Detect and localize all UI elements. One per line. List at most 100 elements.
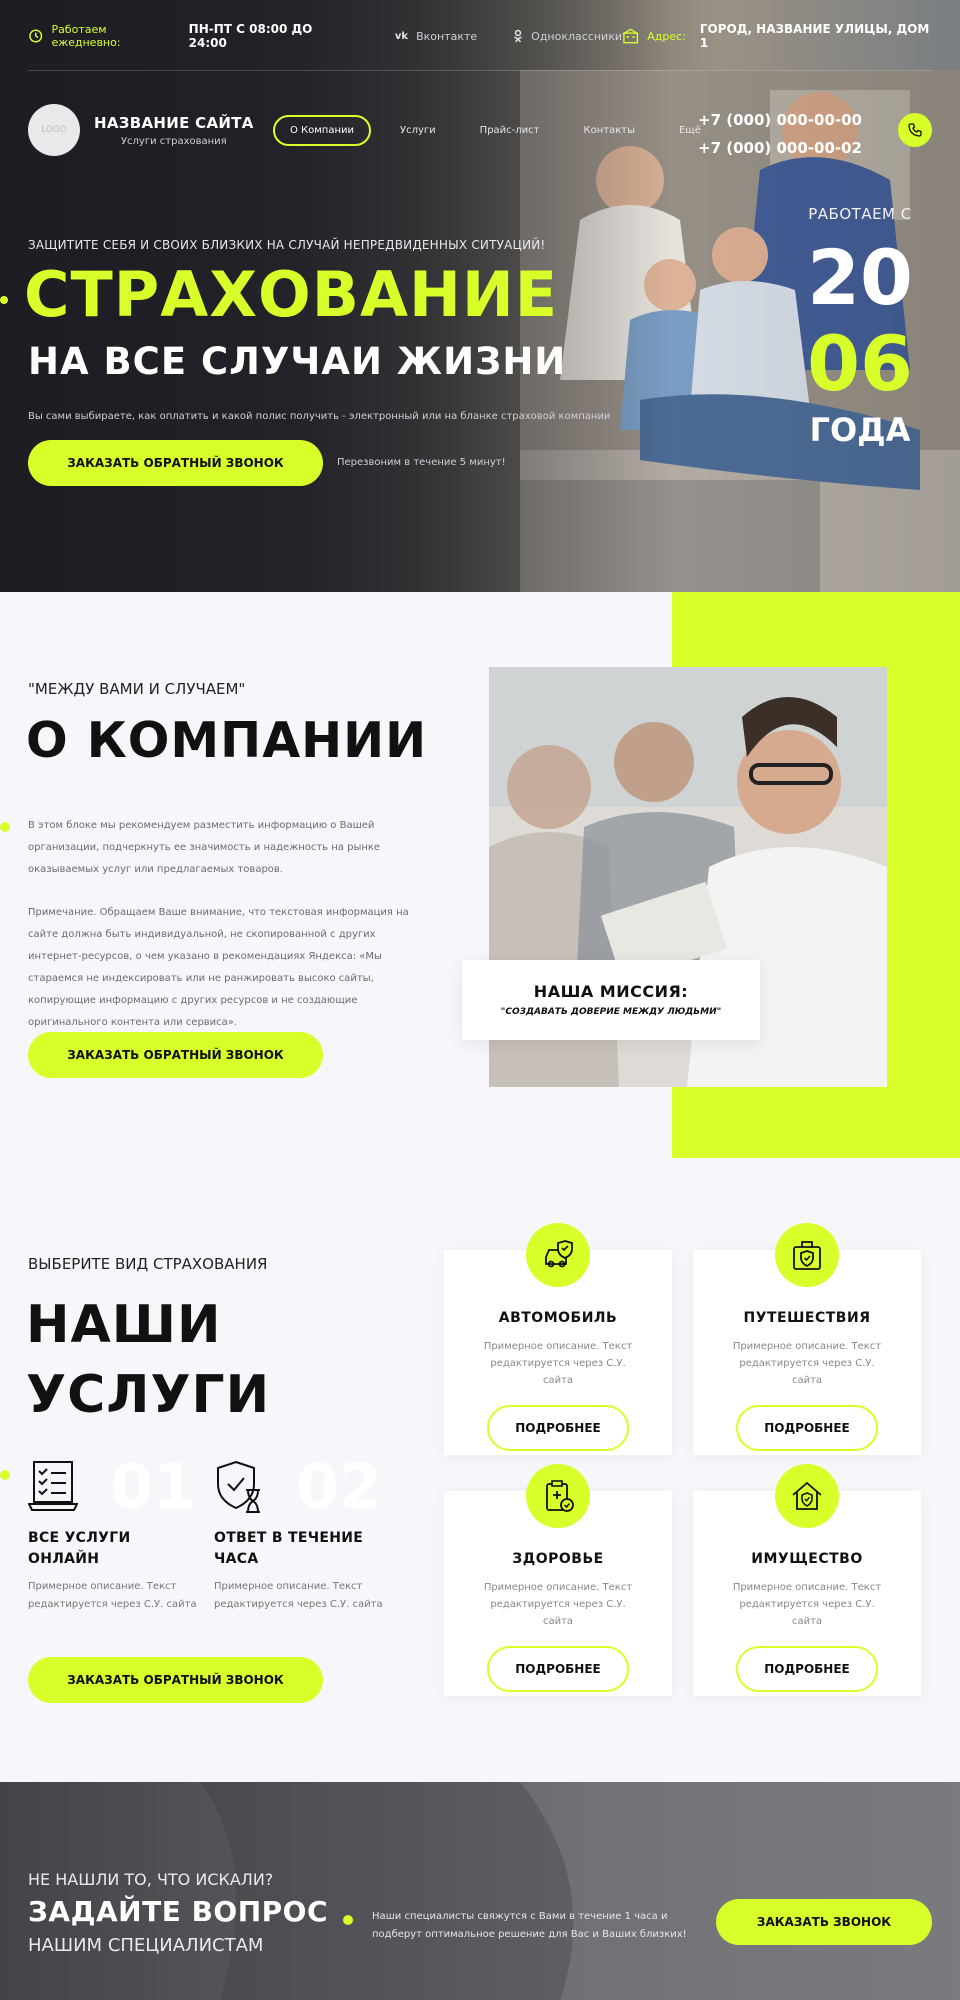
cta-dot <box>343 1915 353 1925</box>
shield-hourglass-icon <box>217 1460 260 1513</box>
topbar-divider <box>28 70 932 71</box>
about-text-1: В этом блоке мы рекомендуем разместить и… <box>28 820 381 875</box>
nav-item-about[interactable]: О Компании <box>273 115 372 146</box>
main-nav: О Компании Услуги Прайс-лист Контакты Ещ… <box>273 115 730 146</box>
service-card-auto: АВТОМОБИЛЬ Примерное описание. Текст ред… <box>444 1223 672 1455</box>
service-card-travel: ПУТЕШЕСТВИЯ Примерное описание. Текст ре… <box>693 1223 921 1455</box>
site-subtitle: Услуги страхования <box>120 135 227 147</box>
service-card-more-button[interactable]: ПОДРОБНЕЕ <box>736 1405 878 1451</box>
since-suffix: ГОДА <box>809 411 911 449</box>
hero-title: СТРАХОВАНИЕ <box>24 258 559 331</box>
service-card-badge <box>775 1464 839 1528</box>
cta-title: ЗАДАЙТЕ ВОПРОС <box>28 1895 329 1928</box>
hero-note: Перезвоним в течение 5 минут! <box>337 457 506 468</box>
feature-online: 01 ВСЕ УСЛУГИ ОНЛАЙН Примерное описание.… <box>27 1450 198 1614</box>
feature-number: 01 <box>110 1450 197 1523</box>
since-block: РАБОТАЕМ С 20 06 ГОДА <box>800 205 920 449</box>
about-title: О КОМПАНИИ <box>26 712 428 769</box>
hero-description: Вы сами выбираете, как оплатить и какой … <box>28 411 611 422</box>
feature-fast-answer: 02 ОТВЕТ В ТЕЧЕНИЕ ЧАСА Примерное описан… <box>214 1450 384 1614</box>
services-title-line1: НАШИ <box>26 1295 222 1355</box>
services-dot <box>0 1470 10 1480</box>
work-hours-value: ПН-ПТ С 08:00 ДО 24:00 <box>188 22 313 50</box>
service-card-title: ЗДОРОВЬЕ <box>512 1551 604 1567</box>
clock-icon <box>29 29 43 43</box>
site-header: LOGO НАЗВАНИЕ САЙТА Услуги страхования О… <box>28 100 932 160</box>
service-card-badge <box>526 1464 590 1528</box>
service-card-desc: Примерное описание. Текст редактируется … <box>483 1582 633 1627</box>
nav-item-prices[interactable]: Прайс-лист <box>465 117 555 144</box>
hero-kicker: ЗАЩИТИТЕ СЕБЯ И СВОИХ БЛИЗКИХ НА СЛУЧАЙ … <box>28 238 546 252</box>
hero-subtitle: НА ВСЕ СЛУЧАИ ЖИЗНИ <box>28 340 567 383</box>
nav-item-services[interactable]: Услуги <box>385 117 451 144</box>
address-label: Адрес: <box>647 29 686 43</box>
service-card-desc: Примерное описание. Текст редактируется … <box>732 1341 882 1386</box>
service-card-title: ПУТЕШЕСТВИЯ <box>743 1310 871 1326</box>
about-kicker: "МЕЖДУ ВАМИ И СЛУЧАЕМ" <box>28 680 246 698</box>
service-card-more-button[interactable]: ПОДРОБНЕЕ <box>487 1646 629 1692</box>
since-year-part1: 20 <box>807 233 913 322</box>
phone-2[interactable]: +7 (000) 000-00-02 <box>698 134 862 162</box>
feature-desc: Примерное описание. Текст редактируется … <box>214 1581 383 1610</box>
cta-call-button[interactable]: ЗАКАЗАТЬ ЗВОНОК <box>716 1899 932 1945</box>
work-hours-label: Работаем ежедневно: <box>51 23 121 49</box>
feature-title: ОТВЕТ В ТЕЧЕНИЕ ЧАСА <box>214 1530 364 1567</box>
cta-section: НЕ НАШЛИ ТО, ЧТО ИСКАЛИ? ЗАДАЙТЕ ВОПРОС … <box>0 1782 960 2000</box>
hero-dot <box>0 296 8 304</box>
service-card-more-button[interactable]: ПОДРОБНЕЕ <box>487 1405 629 1451</box>
since-label: РАБОТАЕМ С <box>808 205 912 223</box>
house-shield-icon <box>792 1481 822 1510</box>
work-hours: Работаем ежедневно: ПН-ПТ С 08:00 ДО 24:… <box>28 22 349 50</box>
social-ok-link[interactable]: Одноклассники <box>513 29 622 43</box>
services-title: НАШИ УСЛУГИ <box>26 1290 270 1430</box>
feature-desc: Примерное описание. Текст редактируется … <box>28 1581 197 1610</box>
site-name: НАЗВАНИЕ САЙТА Услуги страхования <box>94 114 254 147</box>
about-dot <box>0 822 10 832</box>
mission-title: НАША МИССИЯ: <box>533 982 689 1001</box>
about-text-2: Примечание. Обращаем Ваше внимание, что … <box>28 907 409 1028</box>
services-callback-button[interactable]: ЗАКАЗАТЬ ОБРАТНЫЙ ЗВОНОК <box>28 1657 323 1703</box>
nav-item-contacts[interactable]: Контакты <box>569 117 650 144</box>
vk-icon: vk <box>394 30 409 42</box>
site-title: НАЗВАНИЕ САЙТА <box>94 113 254 132</box>
service-card-property: ИМУЩЕСТВО Примерное описание. Текст реда… <box>693 1464 921 1696</box>
service-card-desc: Примерное описание. Текст редактируется … <box>732 1582 882 1627</box>
feature-title: ВСЕ УСЛУГИ ОНЛАЙН <box>28 1530 131 1567</box>
services-title-line2: УСЛУГИ <box>26 1365 271 1425</box>
medical-clipboard-icon <box>546 1480 574 1512</box>
cta-description: Наши специалисты свяжутся с Вами в течен… <box>372 1911 687 1940</box>
since-year-part2: 06 <box>807 319 913 408</box>
building-icon <box>622 28 639 44</box>
cta-subtitle: НАШИМ СПЕЦИАЛИСТАМ <box>28 1935 264 1956</box>
laptop-checklist-icon <box>27 1461 79 1511</box>
phone-1[interactable]: +7 (000) 000-00-00 <box>698 106 862 134</box>
cta-kicker: НЕ НАШЛИ ТО, ЧТО ИСКАЛИ? <box>28 1870 274 1889</box>
about-callback-button[interactable]: ЗАКАЗАТЬ ОБРАТНЫЙ ЗВОНОК <box>28 1032 323 1078</box>
social-ok-label: Одноклассники <box>531 29 622 43</box>
car-shield-icon <box>545 1240 573 1268</box>
address: Адрес: ГОРОД, НАЗВАНИЕ УЛИЦЫ, ДОМ 1 <box>622 22 932 50</box>
ok-icon <box>514 29 523 43</box>
logo[interactable]: LOGO <box>28 104 80 156</box>
topbar: Работаем ежедневно: ПН-ПТ С 08:00 ДО 24:… <box>28 18 932 54</box>
service-card-badge <box>526 1223 590 1287</box>
mission-card: НАША МИССИЯ: "СОЗДАВАТЬ ДОВЕРИЕ МЕЖДУ ЛЮ… <box>462 960 760 1040</box>
service-card-badge <box>775 1223 839 1287</box>
hero-section: Работаем ежедневно: ПН-ПТ С 08:00 ДО 24:… <box>0 0 960 592</box>
social-vk-link[interactable]: vk Вконтакте <box>395 30 477 43</box>
social-vk-label: Вконтакте <box>416 29 478 43</box>
service-card-title: АВТОМОБИЛЬ <box>498 1310 618 1326</box>
suitcase-shield-icon <box>793 1241 821 1270</box>
service-card-more-button[interactable]: ПОДРОБНЕЕ <box>736 1646 878 1692</box>
service-card-desc: Примерное описание. Текст редактируется … <box>483 1341 633 1386</box>
feature-number: 02 <box>296 1450 383 1523</box>
address-value: ГОРОД, НАЗВАНИЕ УЛИЦЫ, ДОМ 1 <box>699 22 930 50</box>
phone-icon <box>908 123 922 137</box>
call-button[interactable] <box>898 113 932 147</box>
hero-callback-button[interactable]: ЗАКАЗАТЬ ОБРАТНЫЙ ЗВОНОК <box>28 440 323 486</box>
service-card-health: ЗДОРОВЬЕ Примерное описание. Текст редак… <box>444 1464 672 1696</box>
service-card-title: ИМУЩЕСТВО <box>751 1551 863 1567</box>
phone-numbers: +7 (000) 000-00-00 +7 (000) 000-00-02 <box>698 106 862 162</box>
cta-overlay <box>0 1782 960 2000</box>
services-kicker: ВЫБЕРИТЕ ВИД СТРАХОВАНИЯ <box>28 1255 268 1273</box>
